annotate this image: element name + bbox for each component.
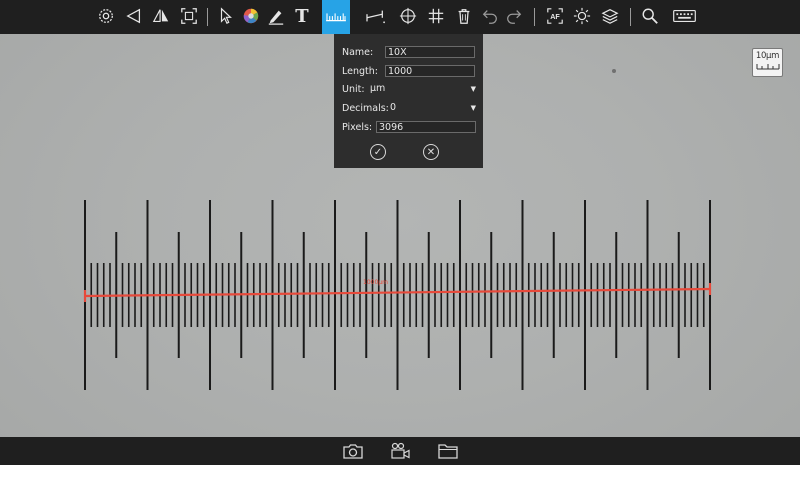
mirror-icon[interactable] — [149, 4, 173, 28]
name-row: Name: 10X — [342, 45, 475, 59]
check-icon: ✓ — [373, 146, 383, 158]
unit-row: Unit: µm ▼ — [342, 82, 476, 96]
redo-icon[interactable] — [502, 4, 526, 28]
folder-icon[interactable] — [436, 441, 460, 461]
scale-bar-icon — [756, 64, 779, 70]
pixels-label: Pixels: — [342, 121, 373, 133]
chevron-down-icon: ▼ — [470, 104, 476, 112]
pen-icon[interactable] — [264, 4, 288, 28]
text-icon[interactable]: T — [290, 4, 314, 28]
calibration-ruler-icon[interactable] — [322, 0, 350, 34]
color-wheel-icon[interactable] — [239, 4, 263, 28]
unit-label: Unit: — [342, 83, 365, 95]
brightness-icon[interactable] — [570, 4, 594, 28]
zoom-icon[interactable] — [638, 4, 662, 28]
pixels-field[interactable]: 3096 — [376, 121, 476, 133]
pixels-row: Pixels: 3096 — [342, 120, 476, 134]
bottom-toolbar — [0, 437, 800, 465]
name-label: Name: — [342, 46, 374, 58]
settings-icon[interactable] — [94, 4, 118, 28]
decimals-select[interactable]: 0 ▼ — [390, 102, 476, 114]
confirm-button[interactable]: ✓ — [370, 144, 386, 160]
cancel-button[interactable]: ✕ — [423, 144, 439, 160]
toolbar-separator — [534, 8, 535, 26]
grid-icon[interactable] — [424, 4, 448, 28]
page-footer-strip — [0, 465, 800, 487]
length-field[interactable]: 1000 — [385, 65, 475, 77]
calibration-panel: Name: 10X Length: 1000 Unit: µm ▼ Decima… — [334, 34, 483, 168]
line-measure-icon[interactable] — [362, 4, 390, 28]
svg-text:AF: AF — [550, 12, 560, 21]
decimals-value: 0 — [390, 102, 397, 113]
fit-window-icon[interactable] — [177, 4, 201, 28]
close-icon: ✕ — [426, 146, 436, 158]
toolbar-separator — [207, 8, 208, 26]
keyboard-icon[interactable] — [670, 4, 698, 28]
toolbar-separator — [630, 8, 631, 26]
layers-icon[interactable] — [598, 4, 622, 28]
undo-icon[interactable] — [478, 4, 502, 28]
decimals-row: Decimals: 0 ▼ — [342, 101, 476, 115]
length-row: Length: 1000 — [342, 64, 475, 78]
cursor-icon[interactable] — [214, 4, 238, 28]
unit-value: µm — [370, 83, 386, 94]
name-field[interactable]: 10X — [385, 46, 475, 58]
unit-select[interactable]: µm ▼ — [370, 83, 476, 95]
scale-bar-text: 10µm — [755, 51, 780, 61]
video-record-icon[interactable] — [388, 441, 412, 461]
exposure-icon[interactable] — [122, 4, 146, 28]
autofocus-icon[interactable]: AF — [543, 4, 567, 28]
measurement-label: 1000µm — [363, 279, 388, 286]
scale-bar-badge: 10µm — [752, 48, 783, 77]
crosshair-icon[interactable] — [396, 4, 420, 28]
top-toolbar: T AF — [0, 0, 800, 34]
trash-icon[interactable] — [452, 4, 476, 28]
camera-icon[interactable] — [341, 441, 365, 461]
length-label: Length: — [342, 65, 378, 77]
decimals-label: Decimals: — [342, 102, 389, 114]
chevron-down-icon: ▼ — [470, 85, 476, 93]
